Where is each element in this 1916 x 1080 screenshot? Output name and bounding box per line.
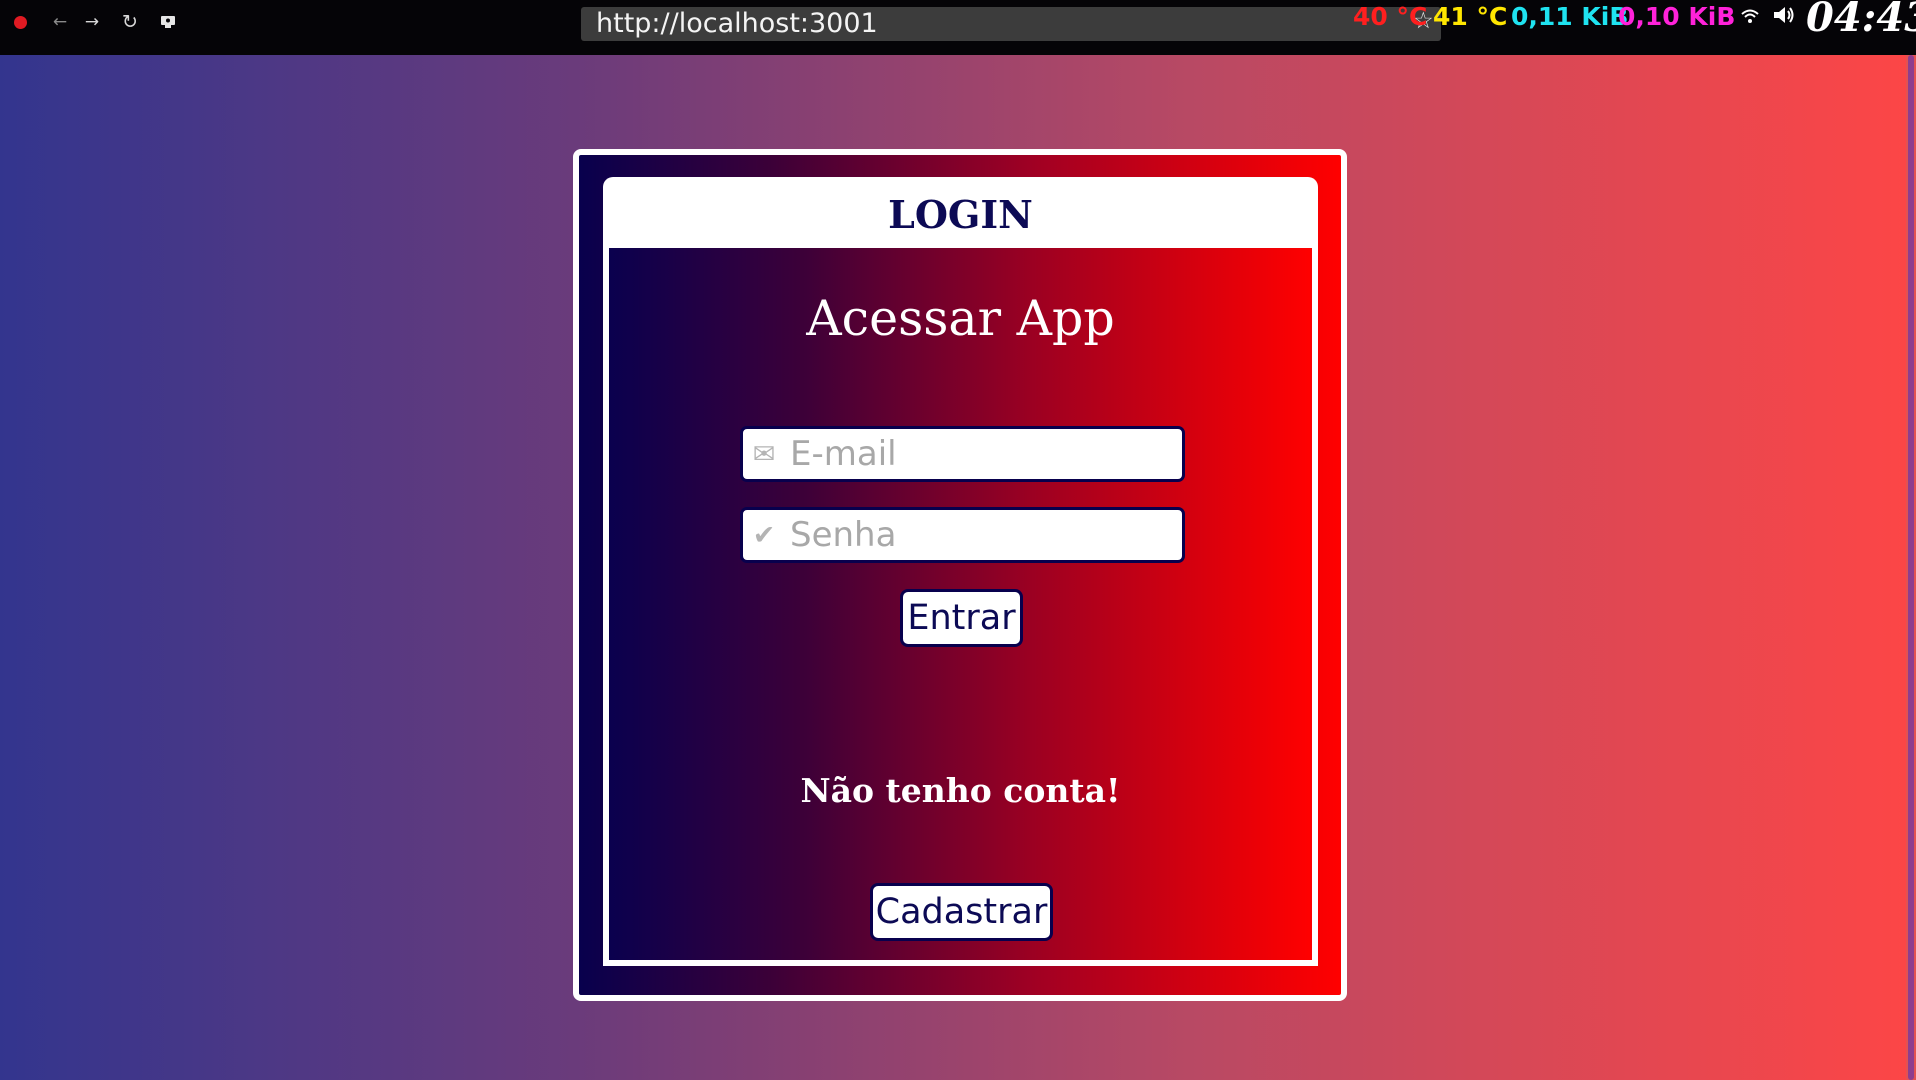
wifi-icon[interactable] (1740, 6, 1760, 31)
net-download-rate: 0,11 KiB (1511, 2, 1629, 31)
email-field[interactable]: ✉ E-mail (740, 426, 1185, 482)
register-button[interactable]: Cadastrar (870, 883, 1053, 941)
no-account-text: Não tenho conta! (800, 771, 1121, 810)
page-background: LOGIN Acessar App ✉ E-mail ✔ Senha Entra… (0, 55, 1916, 1080)
card-header: LOGIN (603, 177, 1318, 252)
password-field[interactable]: ✔ Senha (740, 507, 1185, 563)
scrollbar[interactable] (1906, 55, 1916, 1080)
cpu-temp-1: 40 °C (1353, 2, 1428, 31)
clock: 04:43 (1806, 0, 1916, 41)
back-arrow-icon[interactable]: ← (48, 10, 72, 34)
url-bar[interactable]: http://localhost:3001 (581, 7, 1441, 41)
login-card: LOGIN Acessar App ✉ E-mail ✔ Senha Entra… (573, 149, 1347, 1001)
login-button[interactable]: Entrar (900, 589, 1023, 647)
close-dot-icon[interactable] (8, 10, 32, 34)
form-title: Acessar App (806, 290, 1115, 347)
login-form: Acessar App ✉ E-mail ✔ Senha Entrar Não … (603, 248, 1318, 966)
reload-icon[interactable]: ↻ (118, 10, 142, 34)
net-upload-rate: 0,10 KiB (1618, 2, 1736, 31)
email-placeholder: E-mail (790, 434, 897, 474)
browser-toolbar: ← → ↻ http://localhost:3001 ☆ 40 °C 41 °… (0, 0, 1916, 55)
cpu-temp-2: 41 °C (1433, 2, 1508, 31)
scrollbar-thumb[interactable] (1908, 55, 1914, 1080)
checkmark-icon: ✔ (752, 519, 776, 551)
envelope-icon: ✉ (752, 438, 776, 470)
extension-icon[interactable] (156, 10, 180, 34)
forward-arrow-icon[interactable]: → (80, 10, 104, 34)
password-placeholder: Senha (790, 515, 897, 555)
volume-icon[interactable] (1772, 4, 1796, 32)
